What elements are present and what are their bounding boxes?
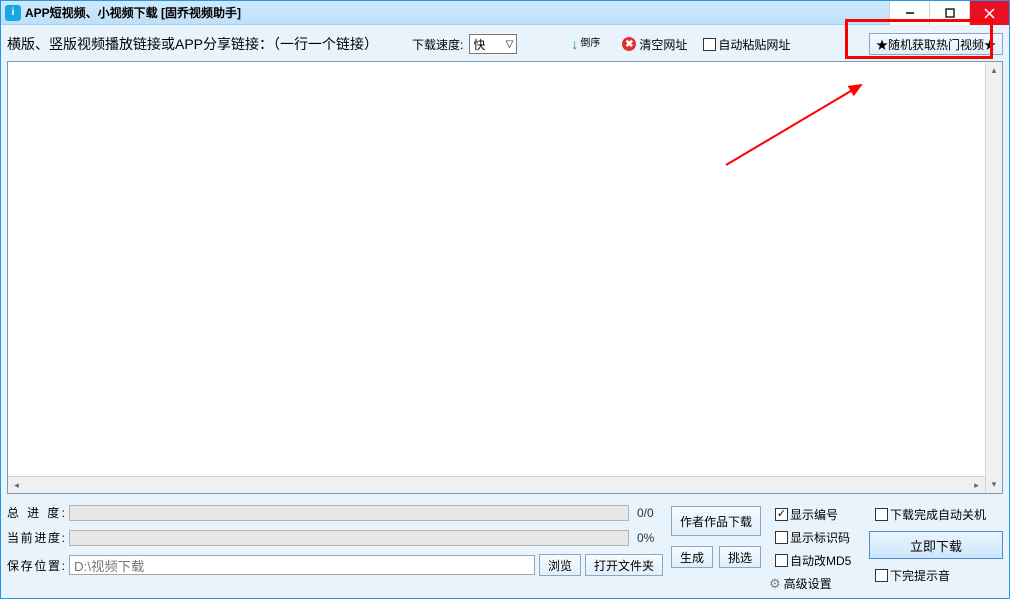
chevron-down-icon: ▽ xyxy=(506,39,514,50)
scroll-right-icon: ▸ xyxy=(968,477,985,493)
minimize-icon xyxy=(905,8,915,18)
generate-button[interactable]: 生成 xyxy=(671,546,713,568)
close-button[interactable] xyxy=(969,1,1009,25)
auto-shutdown-checkbox[interactable]: 下载完成自动关机 xyxy=(875,506,1003,523)
window-title: APP短视频、小视频下载 [固乔视频助手] xyxy=(25,4,241,21)
clear-icon: ✖ xyxy=(622,37,636,51)
scrollbar-horizontal[interactable]: ◂ ▸ xyxy=(8,476,985,493)
total-progress-bar xyxy=(69,505,629,521)
scroll-up-icon: ▴ xyxy=(986,62,1002,79)
mute-label: 下完提示音 xyxy=(890,567,950,584)
url-textarea[interactable] xyxy=(8,62,985,476)
maximize-icon xyxy=(945,8,955,18)
speed-label: 下载速度: xyxy=(412,36,463,53)
app-icon: i xyxy=(5,5,21,21)
pick-button[interactable]: 挑选 xyxy=(719,546,761,568)
speed-select[interactable]: 快 ▽ xyxy=(469,34,517,54)
checkbox-icon xyxy=(775,508,788,521)
reverse-order-button[interactable]: ↓ 倒序 xyxy=(569,33,602,55)
link-input-label: 横版、竖版视频播放链接或APP分享链接：（一行一个链接） xyxy=(7,34,378,54)
auto-paste-checkbox[interactable]: 自动粘贴网址 xyxy=(703,36,790,53)
total-progress-value: 0/0 xyxy=(633,506,663,520)
checkbox-icon xyxy=(875,508,888,521)
advanced-settings-label: 高级设置 xyxy=(784,575,832,592)
reverse-order-label: 倒序 xyxy=(580,39,600,49)
current-progress-label: 当前进度: xyxy=(7,529,65,546)
scroll-left-icon: ◂ xyxy=(8,477,25,493)
current-progress-bar xyxy=(69,530,629,546)
checkbox-icon xyxy=(775,531,788,544)
show-id-label: 显示标识码 xyxy=(790,529,850,546)
save-path-label: 保存位置: xyxy=(7,557,65,574)
download-now-button[interactable]: 立即下载 xyxy=(869,531,1003,559)
auto-shutdown-label: 下载完成自动关机 xyxy=(890,506,986,523)
url-textarea-container: ◂ ▸ ▴ ▾ xyxy=(7,61,1003,494)
browse-button[interactable]: 浏览 xyxy=(539,554,581,576)
gear-icon: ⚙ xyxy=(769,576,781,592)
minimize-button[interactable] xyxy=(889,1,929,25)
titlebar: i APP短视频、小视频下载 [固乔视频助手] xyxy=(1,1,1009,25)
scroll-down-icon: ▾ xyxy=(986,476,1002,493)
show-number-label: 显示编号 xyxy=(790,506,838,523)
bottom-panel: 总 进 度: 0/0 当前进度: 0% 保存位置: 浏览 打开文件夹 作者作品 xyxy=(7,498,1003,592)
checkbox-icon xyxy=(775,554,788,567)
auto-md5-label: 自动改MD5 xyxy=(790,552,851,569)
random-hot-video-label: ★随机获取热门视频★ xyxy=(876,36,996,53)
mute-checkbox[interactable]: 下完提示音 xyxy=(875,567,1003,584)
save-path-input[interactable] xyxy=(69,555,535,575)
current-progress-value: 0% xyxy=(633,531,663,545)
auto-paste-label: 自动粘贴网址 xyxy=(718,36,790,53)
maximize-button[interactable] xyxy=(929,1,969,25)
advanced-settings-button[interactable]: ⚙ 高级设置 xyxy=(769,575,861,592)
arrow-down-icon: ↓ xyxy=(571,36,578,52)
scrollbar-vertical[interactable]: ▴ ▾ xyxy=(985,62,1002,493)
show-number-checkbox[interactable]: 显示编号 xyxy=(775,506,861,523)
close-icon xyxy=(984,8,995,19)
speed-value: 快 xyxy=(473,36,485,53)
checkbox-icon xyxy=(875,569,888,582)
author-works-button[interactable]: 作者作品下载 xyxy=(671,506,761,536)
random-hot-video-button[interactable]: ★随机获取热门视频★ xyxy=(869,33,1003,55)
clear-urls-button[interactable]: ✖ 清空网址 xyxy=(618,33,691,55)
open-folder-button[interactable]: 打开文件夹 xyxy=(585,554,663,576)
auto-md5-checkbox[interactable]: 自动改MD5 xyxy=(775,552,861,569)
clear-urls-label: 清空网址 xyxy=(639,36,687,53)
toolbar: 横版、竖版视频播放链接或APP分享链接：（一行一个链接） 下载速度: 快 ▽ ↓… xyxy=(7,31,1003,57)
checkbox-icon xyxy=(703,38,716,51)
show-id-checkbox[interactable]: 显示标识码 xyxy=(775,529,861,546)
total-progress-label: 总 进 度: xyxy=(7,504,65,521)
